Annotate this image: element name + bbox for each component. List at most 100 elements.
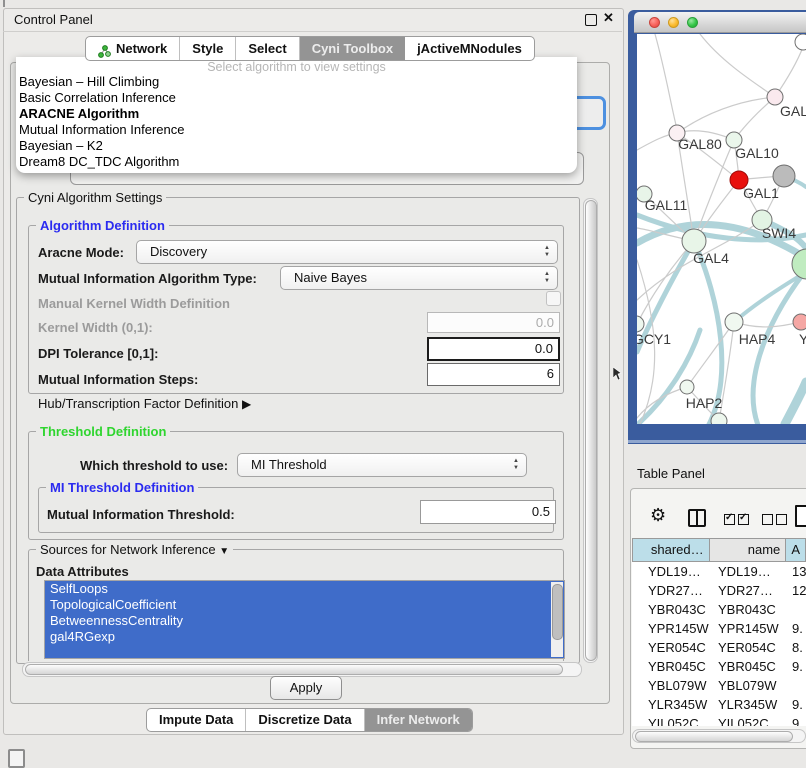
algorithm-definition-title: Algorithm Definition [36,218,169,233]
algorithm-option-bayesian-hill-climbing[interactable]: Bayesian – Hill Climbing [16,74,577,90]
stepper-arrows-icon: ▲▼ [544,271,550,285]
minimize-window-button[interactable] [668,17,679,28]
attributes-scrollbar-thumb[interactable] [552,584,563,640]
cell-shared-name: YBR043C [648,602,706,617]
table-row[interactable]: YDL19…YDL19…13 [632,562,806,581]
column-header-shared-[interactable]: shared… [632,538,710,562]
dpi-tolerance-field[interactable]: 0.0 [427,337,560,361]
hub-definition-expander[interactable]: Hub/Transcription Factor Definition ▶ [38,396,251,411]
dpi-tolerance-label: DPI Tolerance [0,1]: [38,346,158,361]
data-attributes-list[interactable]: SelfLoopsTopologicalCoefficientBetweenne… [44,580,565,659]
network-edge [677,97,775,133]
settings-vertical-scrollbar[interactable] [583,198,598,663]
table-row[interactable]: YER054CYER054C8. [632,638,806,657]
settings-scrollbar-thumb[interactable] [585,200,597,661]
control-panel-titlebar [3,8,622,32]
control-panel-title: Control Panel [14,12,93,27]
bottom-tab-bar: Impute DataDiscretize DataInfer Network [146,708,473,732]
mi-threshold-label: Mutual Information Threshold: [47,507,235,522]
checked-checkbox-icon [724,514,735,525]
network-node[interactable] [680,380,694,394]
settings-hscrollbar-thumb[interactable] [25,664,563,675]
table-row[interactable]: YBL079WYBL079W [632,676,806,695]
bottom-tab-infer-network[interactable]: Infer Network [365,709,472,731]
tab-select[interactable]: Select [236,37,299,60]
algorithm-option-mutual-information-inference[interactable]: Mutual Information Inference [16,122,577,138]
close-panel-icon[interactable]: ✕ [603,10,614,26]
aracne-mode-value: Discovery [150,244,207,259]
document-icon[interactable] [795,505,806,527]
column-header-a[interactable]: A [786,538,806,562]
algorithm-option-aracne-algorithm[interactable]: ARACNE Algorithm [16,106,577,122]
algorithm-option-basic-correlation-inference[interactable]: Basic Correlation Inference [16,90,577,106]
network-window-titlebar[interactable] [634,12,806,33]
attribute-item-gal4rgexp[interactable]: gal4RGexp [45,629,564,645]
kernel-width-field[interactable]: 0.0 [427,312,560,333]
table-panel-title: Table Panel [637,466,705,481]
deselect-all-checkboxes-icon[interactable] [762,512,790,530]
table-row[interactable]: YIL052CYIL052C9 [632,714,806,726]
manual-kernel-checkbox[interactable] [546,291,561,306]
mi-threshold-field[interactable]: 0.5 [420,500,556,524]
tab-label: Style [192,37,223,60]
tab-label: jActiveMNodules [417,37,522,60]
attribute-item-topologicalcoefficient[interactable]: TopologicalCoefficient [45,597,564,613]
network-node[interactable] [711,413,727,424]
stepper-arrows-icon: ▲▼ [544,245,550,259]
column-header-name[interactable]: name [710,538,787,562]
zoom-window-button[interactable] [687,17,698,28]
attribute-item-betweennesscentrality[interactable]: BetweennessCentrality [45,613,564,629]
split-columns-icon[interactable] [688,509,706,527]
threshold-definition-title: Threshold Definition [36,424,170,439]
unchecked-checkbox-icon [776,514,787,525]
close-window-button[interactable] [649,17,660,28]
table-row[interactable]: YLR345WYLR345W9. [632,695,806,714]
aracne-mode-combo[interactable]: Discovery ▲▼ [136,240,558,264]
node-label-gal4: GAL4 [693,250,729,266]
mi-type-combo[interactable]: Naive Bayes ▲▼ [280,266,558,290]
bottom-tab-discretize-data[interactable]: Discretize Data [246,709,364,731]
network-node[interactable] [637,316,644,332]
table-horizontal-scrollbar[interactable] [632,729,806,743]
apply-button[interactable]: Apply [270,676,342,700]
algorithm-option-bayesian-k2[interactable]: Bayesian – K2 [16,138,577,154]
bottom-tab-impute-data[interactable]: Impute Data [147,709,246,731]
mi-type-value: Naive Bayes [294,270,367,285]
attribute-item-selfloops[interactable]: SelfLoops [45,581,564,597]
network-node[interactable] [773,165,795,187]
network-edge [700,34,775,97]
table-row[interactable]: YBR045CYBR045C9. [632,657,806,676]
mi-steps-field[interactable]: 6 [427,363,560,386]
network-node[interactable] [725,313,743,331]
table-header-row: shared…nameA [632,538,806,562]
table-row[interactable]: YBR043CYBR043C [632,600,806,619]
attribute-item-partial[interactable] [45,645,564,659]
select-all-checkboxes-icon[interactable] [724,512,752,530]
tab-network[interactable]: Network [86,37,180,60]
data-attributes-label: Data Attributes [36,564,129,579]
which-threshold-combo[interactable]: MI Threshold ▲▼ [237,453,527,477]
network-edge [734,322,800,327]
algorithm-option-dream8-dc-tdc-algorithm[interactable]: Dream8 DC_TDC Algorithm [16,154,577,170]
cell-value: 13 [792,564,806,579]
node-label-gal10: GAL10 [735,145,779,161]
float-panel-icon[interactable] [585,14,597,26]
network-node[interactable] [793,314,806,330]
settings-horizontal-scrollbar[interactable] [22,662,582,677]
checked-checkbox-icon [738,514,749,525]
table-hscrollbar-thumb[interactable] [635,731,793,742]
tab-cyni-toolbox[interactable]: Cyni Toolbox [300,37,405,60]
table-row[interactable]: YDR27…YDR27…12 [632,581,806,600]
unchecked-checkbox-icon [762,514,773,525]
cell-name: YDR27… [718,583,773,598]
network-canvas[interactable]: GALGAL80GAL10GAL1GAL11SWI4GAL4GCY1HAP4YH… [637,34,806,424]
gear-icon[interactable]: ⚙ [650,505,666,526]
collapse-down-arrow-icon[interactable]: ▼ [219,546,229,557]
table-row[interactable]: YPR145WYPR145W9. [632,619,806,638]
attributes-scrollbar[interactable] [551,582,563,657]
network-node[interactable] [795,34,806,50]
cyni-algorithm-settings-title: Cyni Algorithm Settings [24,190,166,205]
tab-jactivemnodules[interactable]: jActiveMNodules [405,37,534,60]
node-label-gal11: GAL11 [645,197,688,213]
tab-style[interactable]: Style [180,37,236,60]
